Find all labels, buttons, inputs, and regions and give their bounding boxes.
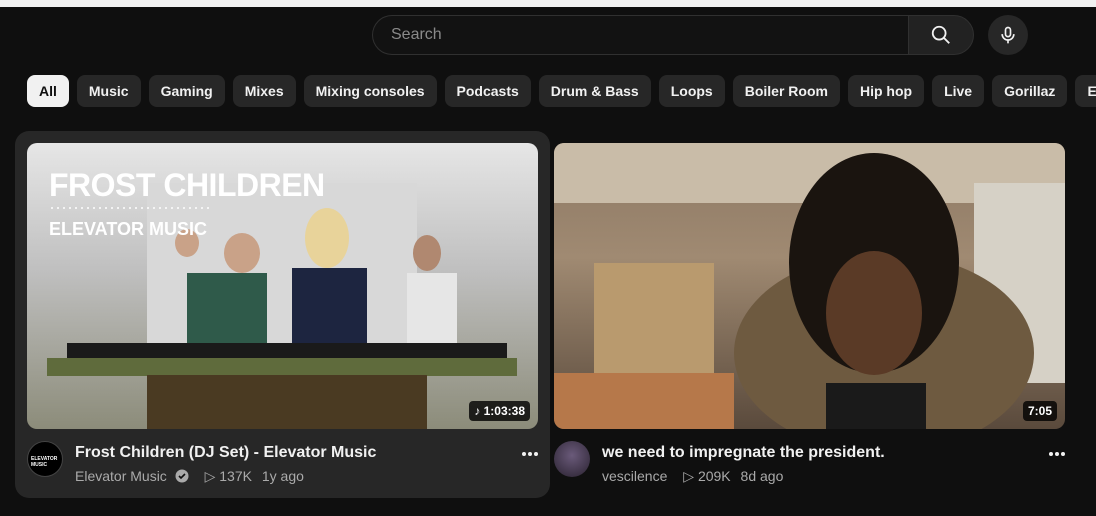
music-note-icon: ♪ xyxy=(474,404,484,418)
chip-gaming[interactable]: Gaming xyxy=(148,75,225,107)
more-vert-icon xyxy=(1049,452,1065,456)
chip-mixes[interactable]: Mixes xyxy=(232,75,296,107)
channel-name[interactable]: Elevator Music xyxy=(75,468,167,484)
chip-overflow[interactable]: E xyxy=(1075,75,1096,107)
duration-badge: 7:05 xyxy=(1022,401,1057,421)
duration-badge: ♪ 1:03:38 xyxy=(469,401,530,421)
braille-text xyxy=(49,205,209,211)
search-input[interactable] xyxy=(389,16,873,54)
chip-all[interactable]: All xyxy=(27,75,69,107)
thumbnail-title: FROST CHILDREN xyxy=(49,167,325,203)
thumbnail-subtitle: ELEVATOR MUSIC xyxy=(49,219,208,239)
video-meta: vescilence ▷ 209K 8d ago xyxy=(602,468,783,485)
video-title[interactable]: Frost Children (DJ Set) - Elevator Music xyxy=(75,444,376,462)
view-count: 137K xyxy=(219,468,252,484)
video-meta: Elevator Music ▷ 137K 1y ago xyxy=(75,468,304,485)
browser-top-strip xyxy=(0,0,1096,7)
search-bar xyxy=(372,15,974,55)
chip-mixing-consoles[interactable]: Mixing consoles xyxy=(303,75,437,107)
chip-boiler-room[interactable]: Boiler Room xyxy=(732,75,840,107)
avatar-logo-text: ELEVATOR MUSIC xyxy=(31,456,58,468)
more-options-button[interactable] xyxy=(520,444,540,464)
video-title[interactable]: we need to impregnate the president. xyxy=(602,444,885,462)
microphone-icon xyxy=(1001,26,1015,44)
voice-search-button[interactable] xyxy=(988,15,1028,55)
search-button[interactable] xyxy=(908,15,974,55)
play-icon: ▷ xyxy=(204,468,216,484)
duration-text: 7:05 xyxy=(1027,404,1052,418)
more-vert-icon xyxy=(522,452,538,456)
video-thumbnail[interactable]: FROST CHILDREN ELEVATOR MUSIC ♪ 1:03:38 xyxy=(27,143,538,429)
channel-avatar[interactable] xyxy=(554,441,590,477)
chip-gorillaz[interactable]: Gorillaz xyxy=(992,75,1068,107)
chip-music[interactable]: Music xyxy=(76,75,141,107)
chip-hip-hop[interactable]: Hip hop xyxy=(847,75,925,107)
chip-drum-and-bass[interactable]: Drum & Bass xyxy=(538,75,651,107)
video-thumbnail[interactable]: 7:05 xyxy=(554,143,1065,429)
chip-loops[interactable]: Loops xyxy=(658,75,725,107)
upload-age: 1y ago xyxy=(261,468,304,484)
more-options-button[interactable] xyxy=(1047,444,1067,464)
verified-icon xyxy=(175,469,189,483)
chip-podcasts[interactable]: Podcasts xyxy=(444,75,531,107)
upload-age: 8d ago xyxy=(740,468,784,484)
play-icon: ▷ xyxy=(683,468,695,484)
channel-name[interactable]: vescilence xyxy=(602,468,667,484)
duration-text: 1:03:38 xyxy=(483,404,525,418)
chip-live[interactable]: Live xyxy=(932,75,985,107)
channel-avatar[interactable]: ELEVATOR MUSIC xyxy=(27,441,63,477)
search-icon xyxy=(931,25,950,44)
view-count: 209K xyxy=(697,468,731,484)
search-box xyxy=(372,15,909,55)
thumbnail-art xyxy=(554,143,1065,429)
filter-chips: All Music Gaming Mixes Mixing consoles Podcas… xyxy=(27,75,1096,107)
